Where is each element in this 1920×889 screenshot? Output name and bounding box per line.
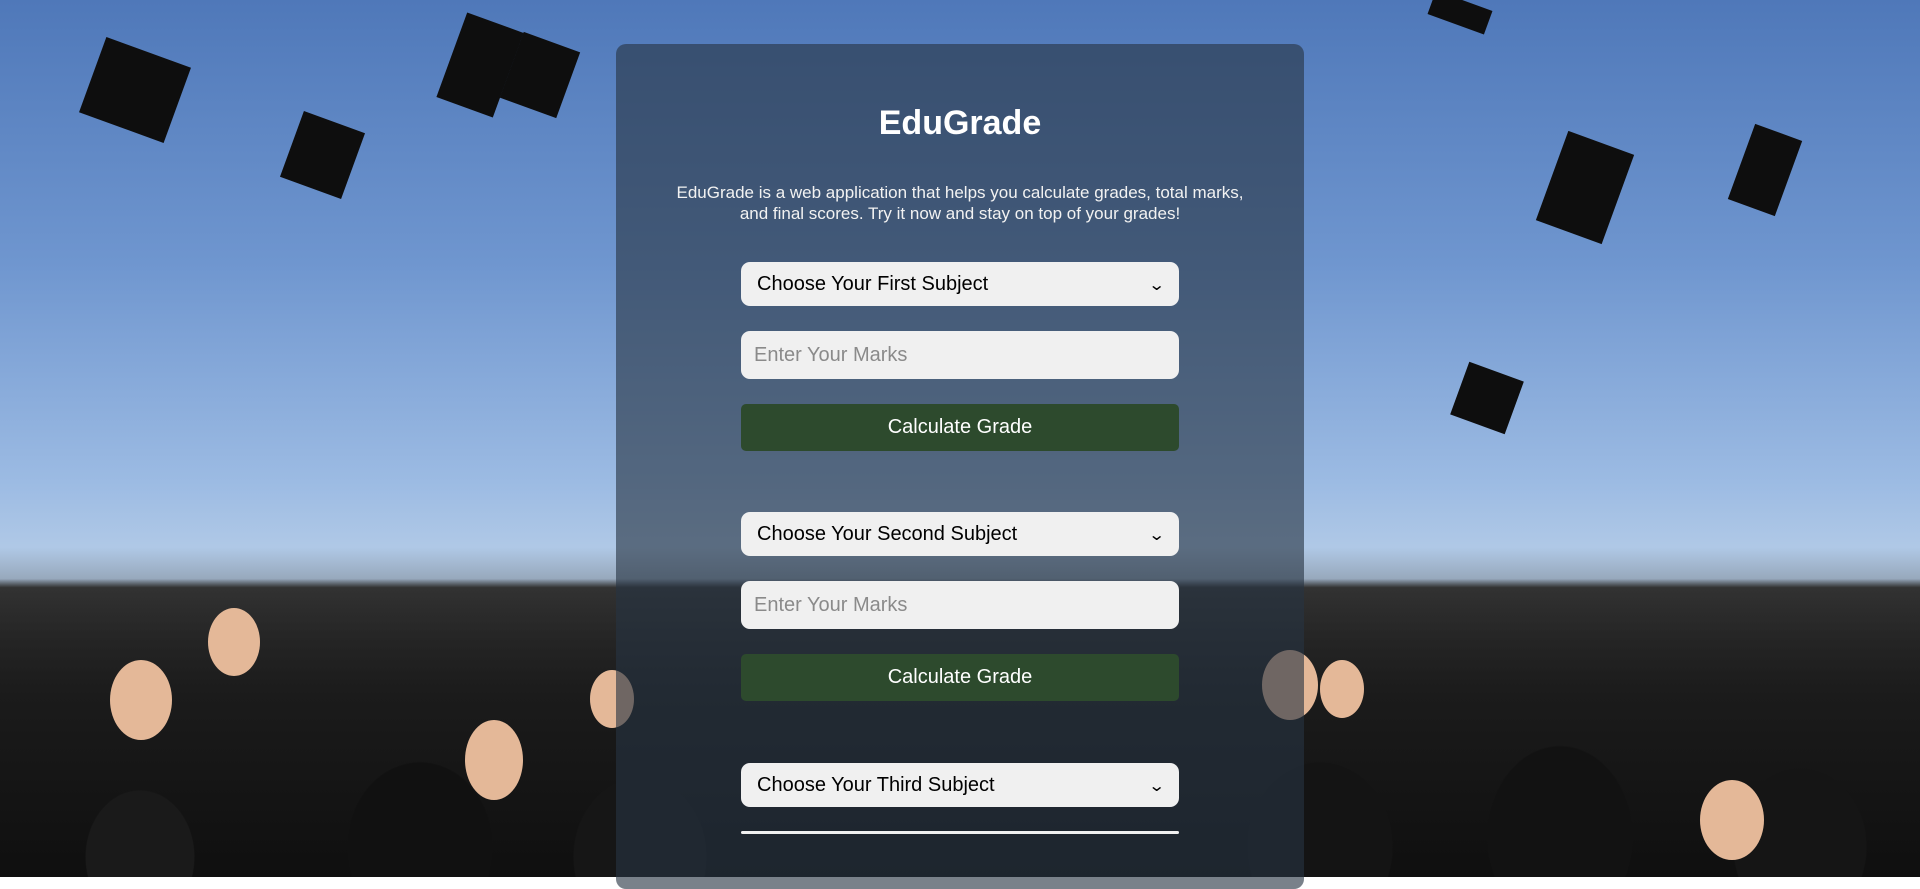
second-subject-select[interactable]: Choose Your Second Subject ⌄	[741, 512, 1179, 556]
graduate-face	[465, 720, 523, 800]
graduation-cap	[1427, 0, 1493, 35]
chevron-down-icon: ⌄	[1147, 274, 1166, 294]
third-subject-select[interactable]: Choose Your Third Subject ⌄	[741, 763, 1179, 807]
app-description: EduGrade is a web application that helps…	[676, 183, 1244, 223]
second-calculate-grade-button[interactable]: Calculate Grade	[741, 654, 1179, 701]
second-subject-select-value: Choose Your Second Subject	[757, 522, 1018, 545]
first-calculate-grade-button[interactable]: Calculate Grade	[741, 404, 1179, 451]
chevron-down-icon: ⌄	[1147, 524, 1166, 544]
graduate-face	[1700, 780, 1764, 860]
third-subject-select-value: Choose Your Third Subject	[757, 773, 995, 796]
first-marks-input[interactable]: Enter Your Marks	[741, 331, 1179, 379]
graduate-face	[1320, 660, 1364, 718]
first-subject-select[interactable]: Choose Your First Subject ⌄	[741, 262, 1179, 306]
graduate-face	[110, 660, 172, 740]
graduation-cap	[1535, 130, 1635, 245]
second-marks-input[interactable]: Enter Your Marks	[741, 581, 1179, 629]
third-marks-input-edge[interactable]	[741, 831, 1179, 834]
graduate-face	[208, 608, 260, 676]
chevron-down-icon: ⌄	[1147, 775, 1166, 795]
app-title: EduGrade	[878, 104, 1042, 142]
graduation-cap	[1450, 361, 1524, 435]
first-subject-select-value: Choose Your First Subject	[757, 272, 989, 295]
